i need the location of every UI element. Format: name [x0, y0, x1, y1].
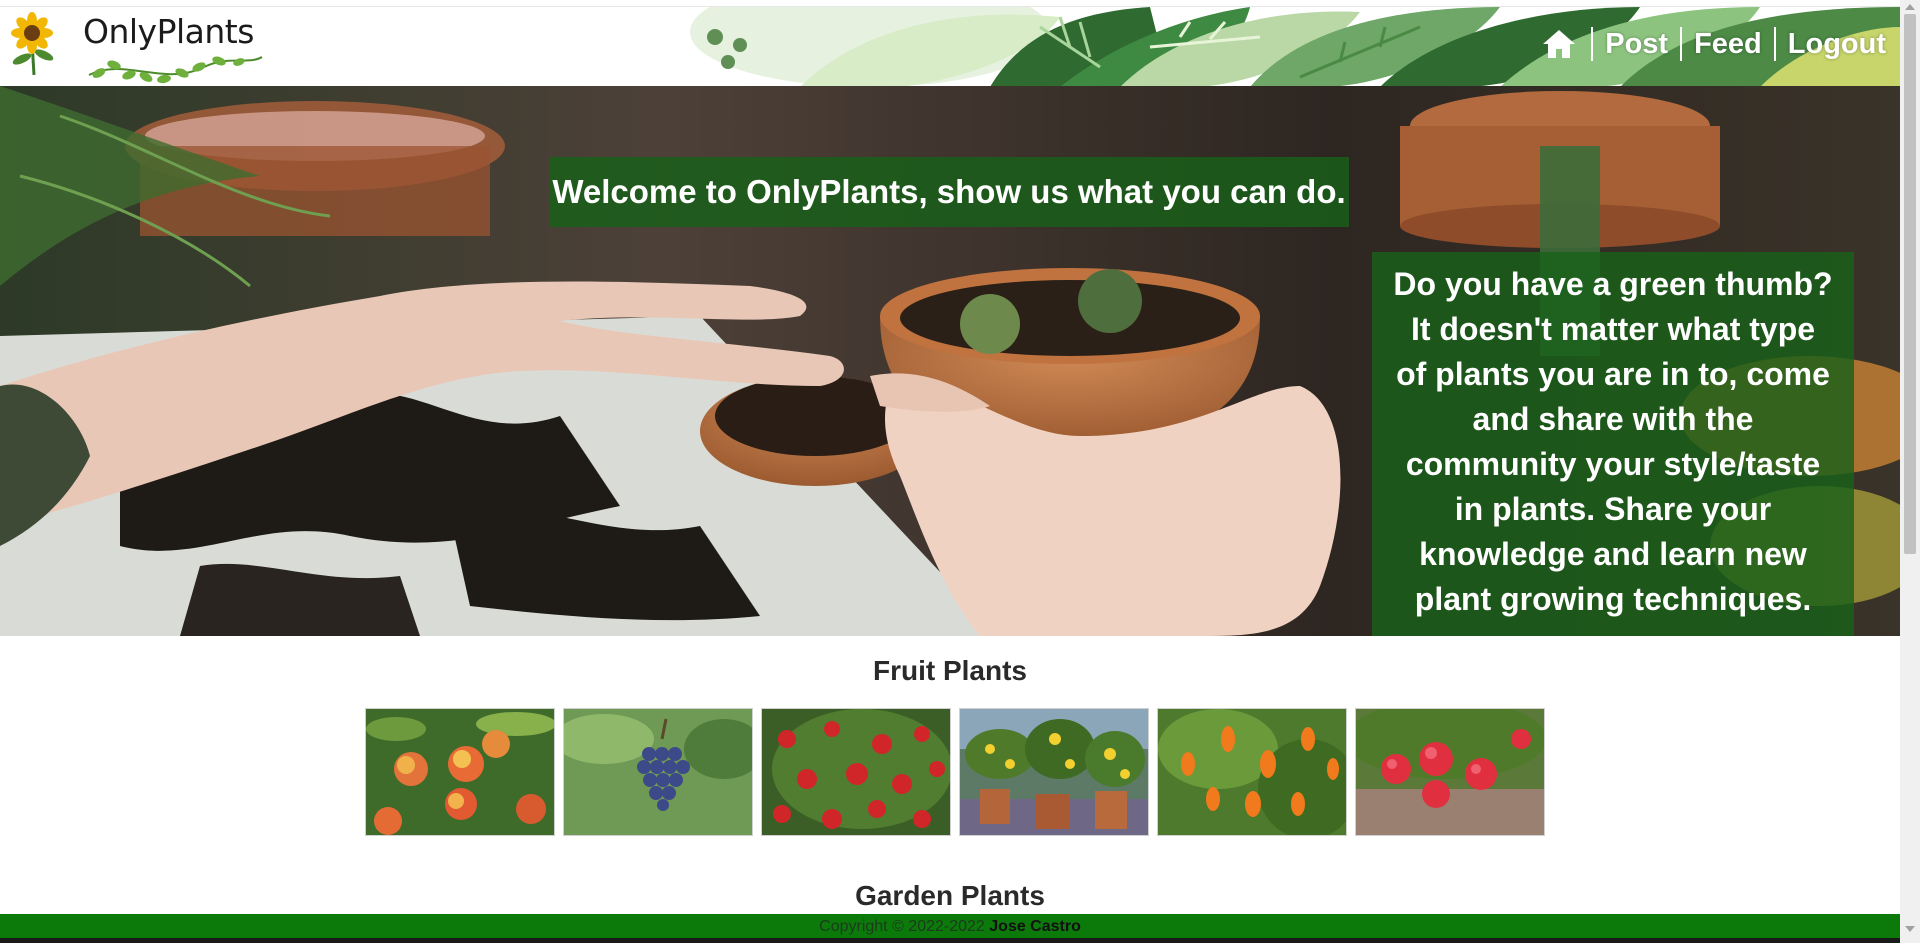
carambola-tree-thumbnail[interactable] [1157, 708, 1347, 836]
brand-name[interactable]: OnlyPlants [83, 12, 254, 51]
peach-tree-thumbnail[interactable] [365, 708, 555, 836]
intro-message: Do you have a green thumb? It doesn't ma… [1372, 252, 1854, 636]
scroll-up-arrow-icon[interactable] [1905, 4, 1915, 10]
nav-divider [1591, 27, 1594, 61]
nav-logout-link[interactable]: Logout [1788, 28, 1886, 61]
fruit-plants-heading: Fruit Plants [872, 655, 1027, 686]
window-bottom-edge [0, 938, 1920, 943]
fruit-plants-gallery [365, 708, 1545, 836]
intro-line: plant growing techniques. [1414, 581, 1812, 617]
scroll-down-arrow-icon[interactable] [1905, 926, 1915, 932]
site-footer: Copyright © 2022-2022 Jose Castro [0, 914, 1900, 938]
nav-divider [1773, 27, 1776, 61]
citrus-pots-thumbnail[interactable] [959, 708, 1149, 836]
nav-feed-link[interactable]: Feed [1694, 28, 1762, 61]
copyright-text: Copyright © 2022-2022 [819, 918, 990, 935]
pomegranate-tree-thumbnail[interactable] [1355, 708, 1545, 836]
home-link[interactable] [1539, 26, 1579, 62]
hero-banner: Welcome to OnlyPlants, show us what you … [0, 86, 1900, 636]
intro-line: knowledge and learn new [1419, 536, 1807, 572]
author-name: Jose Castro [989, 918, 1081, 935]
scrollbar-thumb[interactable] [1904, 14, 1916, 554]
intro-line: It doesn't matter what type [1410, 311, 1816, 347]
intro-line: of plants you are in to, come [1396, 356, 1830, 392]
home-icon [1543, 30, 1576, 58]
vine-decoration [88, 56, 263, 84]
garden-plants-heading: Garden Plants [855, 880, 1045, 911]
site-header: OnlyPlants Post Feed Logout [0, 6, 1900, 87]
intro-line: in plants. Share your [1454, 491, 1772, 527]
grape-vine-thumbnail[interactable] [563, 708, 753, 836]
intro-line: Do you have a green thumb? [1393, 266, 1833, 302]
nav-divider [1680, 27, 1683, 61]
intro-line: community your style/taste [1405, 446, 1821, 482]
nav-post-link[interactable]: Post [1605, 28, 1668, 61]
welcome-message: Welcome to OnlyPlants, show us what you … [549, 157, 1349, 227]
sunflower-icon [11, 12, 54, 75]
main-nav: Post Feed Logout [1539, 23, 1886, 65]
vertical-scrollbar[interactable] [1900, 0, 1920, 943]
apple-tree-thumbnail[interactable] [761, 708, 951, 836]
intro-line: and share with the [1472, 401, 1754, 437]
